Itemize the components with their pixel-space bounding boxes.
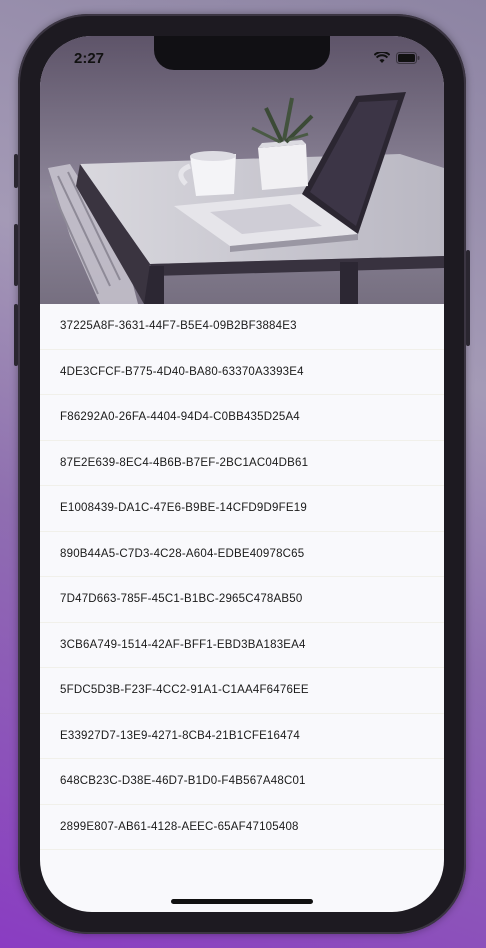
- list-item[interactable]: 5FDC5D3B-F23F-4CC2-91A1-C1AA4F6476EE: [40, 668, 444, 714]
- list-item-label: 2899E807-AB61-4128-AEEC-65AF47105408: [60, 820, 299, 833]
- silent-switch: [14, 154, 18, 188]
- list-item[interactable]: 890B44A5-C7D3-4C28-A604-EDBE40978C65: [40, 532, 444, 577]
- power-button: [466, 250, 470, 346]
- list-item[interactable]: 3CB6A749-1514-42AF-BFF1-EBD3BA183EA4: [40, 623, 444, 668]
- list-item[interactable]: E1008439-DA1C-47E6-B9BE-14CFD9D9FE19: [40, 486, 444, 532]
- uuid-list[interactable]: 37225A8F-3631-44F7-B5E4-09B2BF3884E3 4DE…: [40, 304, 444, 912]
- list-item[interactable]: 7D47D663-785F-45C1-B1BC-2965C478AB50: [40, 577, 444, 623]
- list-item[interactable]: 4DE3CFCF-B775-4D40-BA80-63370A3393E4: [40, 350, 444, 395]
- list-item-label: 3CB6A749-1514-42AF-BFF1-EBD3BA183EA4: [60, 638, 306, 651]
- list-item[interactable]: 87E2E639-8EC4-4B6B-B7EF-2BC1AC04DB61: [40, 441, 444, 486]
- hero-image: 2:27: [40, 36, 444, 304]
- list-item[interactable]: 648CB23C-D38E-46D7-B1D0-F4B567A48C01: [40, 759, 444, 805]
- list-item-label: E33927D7-13E9-4271-8CB4-21B1CFE16474: [60, 729, 300, 742]
- volume-up-button: [14, 224, 18, 286]
- wifi-icon: [374, 52, 390, 63]
- list-item-label: 7D47D663-785F-45C1-B1BC-2965C478AB50: [60, 593, 303, 606]
- desk-photo: [40, 36, 444, 304]
- status-time: 2:27: [74, 50, 105, 67]
- list-item-label: 5FDC5D3B-F23F-4CC2-91A1-C1AA4F6476EE: [60, 684, 309, 697]
- notch: [154, 36, 330, 70]
- list-item-label: 37225A8F-3631-44F7-B5E4-09B2BF3884E3: [60, 320, 297, 333]
- list-item-label: 890B44A5-C7D3-4C28-A604-EDBE40978C65: [60, 547, 305, 560]
- list-item[interactable]: E33927D7-13E9-4271-8CB4-21B1CFE16474: [40, 714, 444, 759]
- list-item-label: F86292A0-26FA-4404-94D4-C0BB435D25A4: [60, 411, 300, 424]
- volume-down-button: [14, 304, 18, 366]
- status-icons: [374, 52, 420, 64]
- list-item-label: 648CB23C-D38E-46D7-B1D0-F4B567A48C01: [60, 775, 306, 788]
- list-item[interactable]: 2899E807-AB61-4128-AEEC-65AF47105408: [40, 805, 444, 850]
- screen: 2:27 37225A8F-3631-44F7-B5E4-09B2BF3884E…: [40, 36, 444, 912]
- battery-icon: [396, 52, 420, 64]
- home-indicator[interactable]: [171, 899, 313, 904]
- list-item[interactable]: F86292A0-26FA-4404-94D4-C0BB435D25A4: [40, 395, 444, 441]
- list-item-label: 4DE3CFCF-B775-4D40-BA80-63370A3393E4: [60, 365, 304, 378]
- list-item-label: E1008439-DA1C-47E6-B9BE-14CFD9D9FE19: [60, 502, 307, 515]
- list-item[interactable]: 37225A8F-3631-44F7-B5E4-09B2BF3884E3: [40, 304, 444, 350]
- list-item-label: 87E2E639-8EC4-4B6B-B7EF-2BC1AC04DB61: [60, 456, 309, 469]
